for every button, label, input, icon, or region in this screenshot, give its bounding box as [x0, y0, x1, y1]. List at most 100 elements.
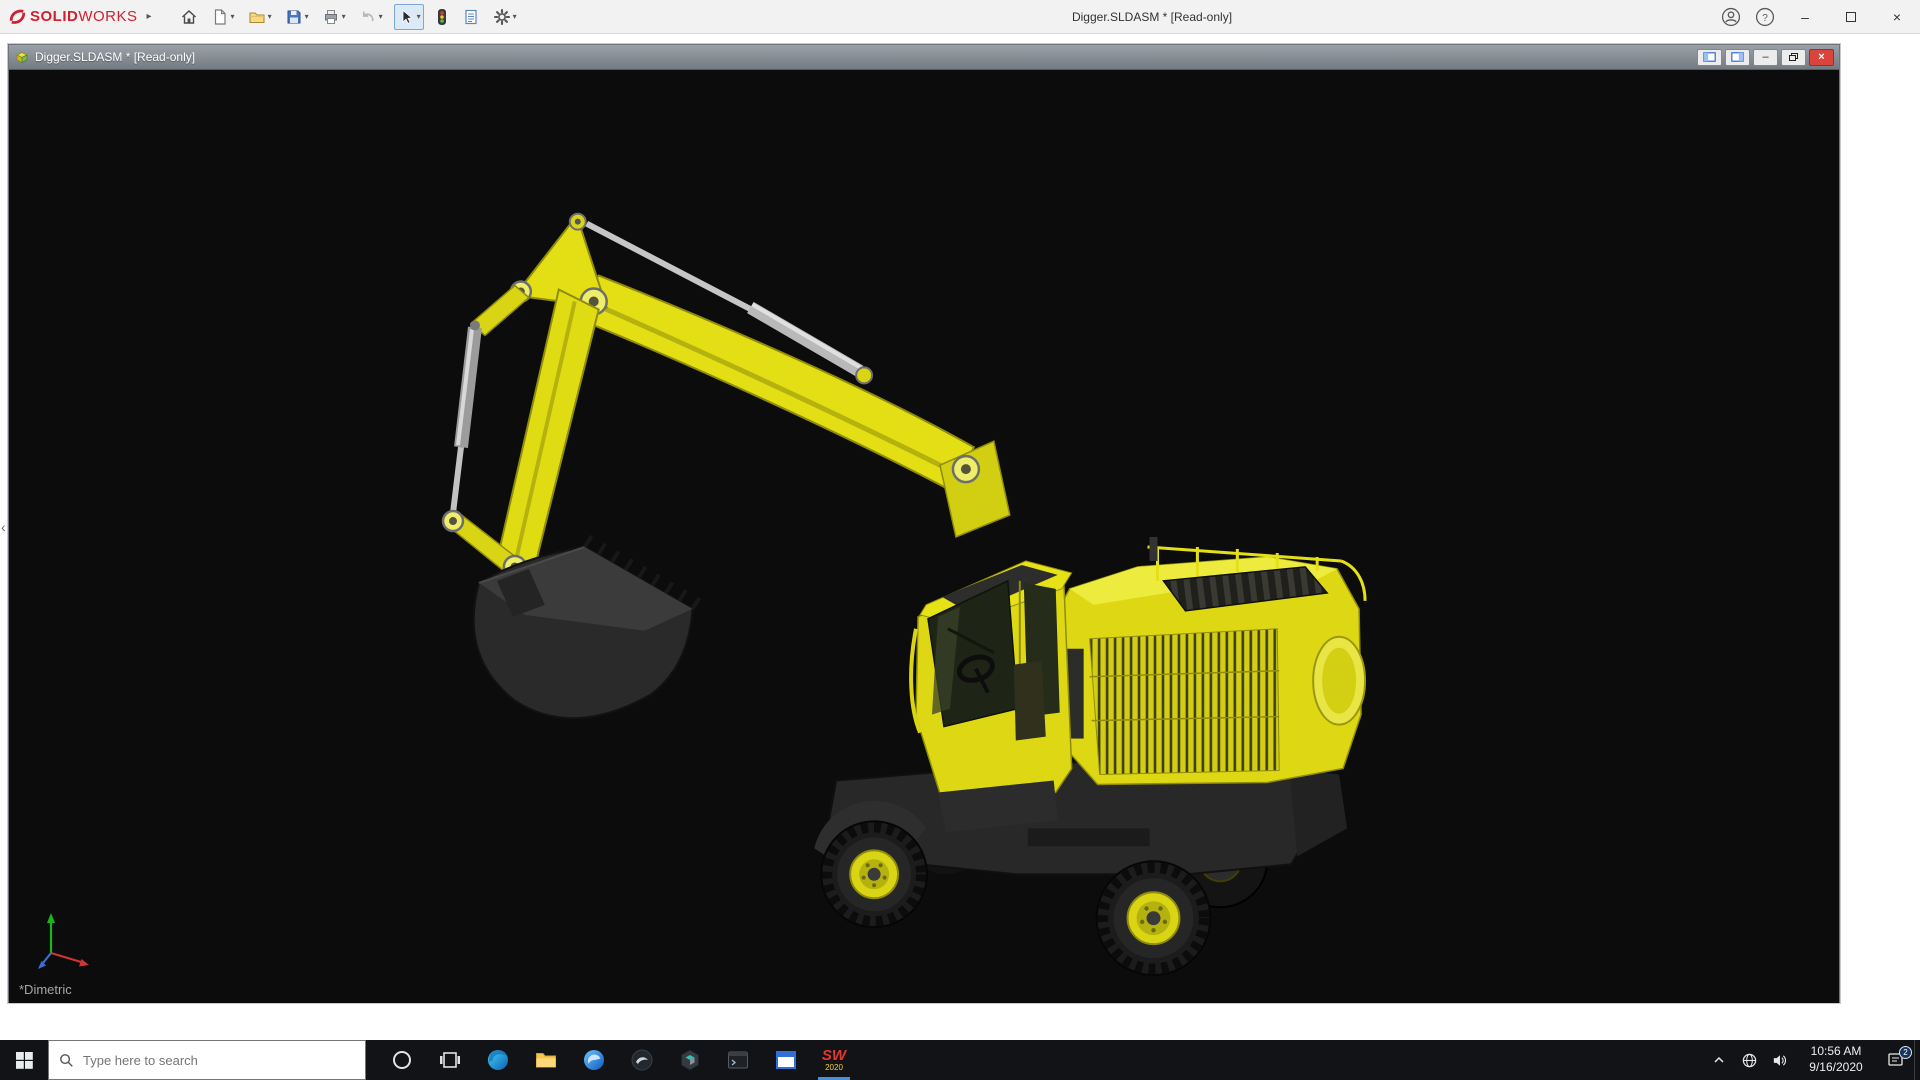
file-explorer-icon: [534, 1048, 558, 1072]
screen: SOLIDWORKS ▸ ▾: [0, 0, 1920, 1080]
new-document-icon: [211, 8, 229, 26]
maximize-button[interactable]: [1828, 0, 1874, 34]
pane-left-icon: [1703, 52, 1716, 62]
task-view-icon: [439, 1049, 461, 1071]
app-titlebar: SOLIDWORKS ▸ ▾: [0, 0, 1920, 34]
edge-icon: [486, 1048, 510, 1072]
save-button[interactable]: ▾: [283, 5, 311, 29]
brand-expand-arrow-icon[interactable]: ▸: [147, 11, 152, 22]
clock-date: 9/16/2020: [1794, 1060, 1878, 1076]
help-button[interactable]: ?: [1748, 0, 1782, 34]
document-window-controls: – ×: [1697, 49, 1834, 66]
notification-badge: 2: [1899, 1046, 1912, 1059]
svg-text:?: ?: [1762, 12, 1768, 23]
account-icon: [1720, 6, 1742, 28]
taskbar-search[interactable]: [48, 1040, 366, 1080]
brand-text: SOLIDWORKS: [30, 8, 138, 25]
app-title: Digger.SLDASM * [Read-only]: [1072, 0, 1232, 34]
view-orientation-label: *Dimetric: [19, 982, 72, 997]
pane-right-icon: [1731, 52, 1744, 62]
options-dropdown-arrow-icon[interactable]: ▾: [513, 12, 517, 21]
terminal-icon: [726, 1048, 750, 1072]
open-button[interactable]: ▾: [246, 5, 274, 29]
orientation-triad: [31, 909, 101, 975]
select-dropdown-arrow-icon[interactable]: ▾: [417, 12, 421, 21]
rear-wheel: [1097, 861, 1211, 975]
windows-taskbar: SW 2020: [0, 1040, 1920, 1080]
document-title: Digger.SLDASM * [Read-only]: [35, 50, 195, 64]
account-button[interactable]: [1714, 0, 1748, 34]
rebuild-button[interactable]: [433, 5, 451, 29]
file-explorer-button[interactable]: [522, 1040, 570, 1080]
excavator-model: [9, 70, 1839, 1002]
doc-restore-button[interactable]: [1781, 49, 1806, 66]
solidworks-logo-icon: [8, 7, 27, 26]
terminal-button[interactable]: [714, 1040, 762, 1080]
network-globe-icon: [1741, 1052, 1758, 1069]
select-cursor-icon: [397, 8, 415, 26]
save-icon: [285, 8, 303, 26]
pane-left-button[interactable]: [1697, 49, 1722, 66]
featuremanager-collapse-arrow[interactable]: ‹: [1, 520, 6, 534]
search-input[interactable]: [83, 1053, 323, 1068]
undo-icon: [359, 8, 377, 26]
clock-time: 10:56 AM: [1794, 1044, 1878, 1060]
solidworks-brand[interactable]: SOLIDWORKS ▸: [8, 7, 152, 26]
home-icon: [180, 8, 198, 26]
options-button[interactable]: ▾: [491, 5, 519, 29]
network-button[interactable]: [1734, 1040, 1764, 1080]
edrawings-button[interactable]: [666, 1040, 714, 1080]
print-dropdown-arrow-icon[interactable]: ▾: [342, 12, 346, 21]
action-center-button[interactable]: 2: [1878, 1040, 1914, 1080]
tray-expand-button[interactable]: [1704, 1040, 1734, 1080]
print-button[interactable]: ▾: [320, 5, 348, 29]
save-dropdown-arrow-icon[interactable]: ▾: [305, 12, 309, 21]
taskbar-clock[interactable]: 10:56 AM 9/16/2020: [1794, 1044, 1878, 1075]
quick-access-toolbar: ▾ ▾ ▾: [178, 0, 519, 33]
solidworks-app-button[interactable]: SW 2020: [810, 1040, 858, 1080]
rebuild-stoplight-icon: [435, 8, 449, 26]
cortana-icon: [391, 1049, 413, 1071]
minimize-button[interactable]: –: [1782, 0, 1828, 34]
titlebar-right: ? – ×: [1714, 0, 1920, 33]
maximize-icon: [1846, 12, 1856, 22]
document-window: Digger.SLDASM * [Read-only] –: [8, 44, 1840, 1003]
new-dropdown-arrow-icon[interactable]: ▾: [231, 12, 235, 21]
options-gear-icon: [493, 8, 511, 26]
doc-close-button[interactable]: ×: [1809, 49, 1834, 66]
assembly-document-icon: [14, 49, 30, 65]
show-desktop-button[interactable]: [1914, 1040, 1920, 1080]
doc-restore-icon: [1789, 53, 1798, 61]
start-button[interactable]: [0, 1040, 48, 1080]
graphics-viewport[interactable]: *Dimetric: [9, 69, 1839, 1003]
select-tool-button[interactable]: ▾: [394, 4, 424, 30]
browser-button[interactable]: [570, 1040, 618, 1080]
open-dropdown-arrow-icon[interactable]: ▾: [268, 12, 272, 21]
window-app-icon: [774, 1048, 798, 1072]
edge-button[interactable]: [474, 1040, 522, 1080]
pane-right-button[interactable]: [1725, 49, 1750, 66]
close-button[interactable]: ×: [1874, 0, 1920, 34]
browser-icon: [582, 1048, 606, 1072]
cortana-button[interactable]: [378, 1040, 426, 1080]
document-titlebar[interactable]: Digger.SLDASM * [Read-only] –: [9, 45, 1839, 69]
volume-button[interactable]: [1764, 1040, 1794, 1080]
file-properties-button[interactable]: [460, 5, 482, 29]
open-folder-icon: [248, 8, 266, 26]
windows-logo-icon: [16, 1052, 33, 1069]
doc-minimize-button[interactable]: –: [1753, 49, 1778, 66]
edrawings-hexagon-icon: [678, 1048, 702, 1072]
taskbar-pinned-apps: SW 2020: [378, 1040, 858, 1080]
round-app-button[interactable]: [618, 1040, 666, 1080]
undo-dropdown-arrow-icon[interactable]: ▾: [379, 12, 383, 21]
undo-button[interactable]: ▾: [357, 5, 385, 29]
front-wheel: [821, 821, 927, 927]
window-app-button[interactable]: [762, 1040, 810, 1080]
new-document-button[interactable]: ▾: [209, 5, 237, 29]
help-icon: ?: [1754, 6, 1776, 28]
solidworks-taskbar-icon: SW 2020: [822, 1048, 846, 1072]
home-button[interactable]: [178, 5, 200, 29]
chevron-up-icon: [1712, 1053, 1726, 1067]
file-properties-icon: [462, 8, 480, 26]
task-view-button[interactable]: [426, 1040, 474, 1080]
